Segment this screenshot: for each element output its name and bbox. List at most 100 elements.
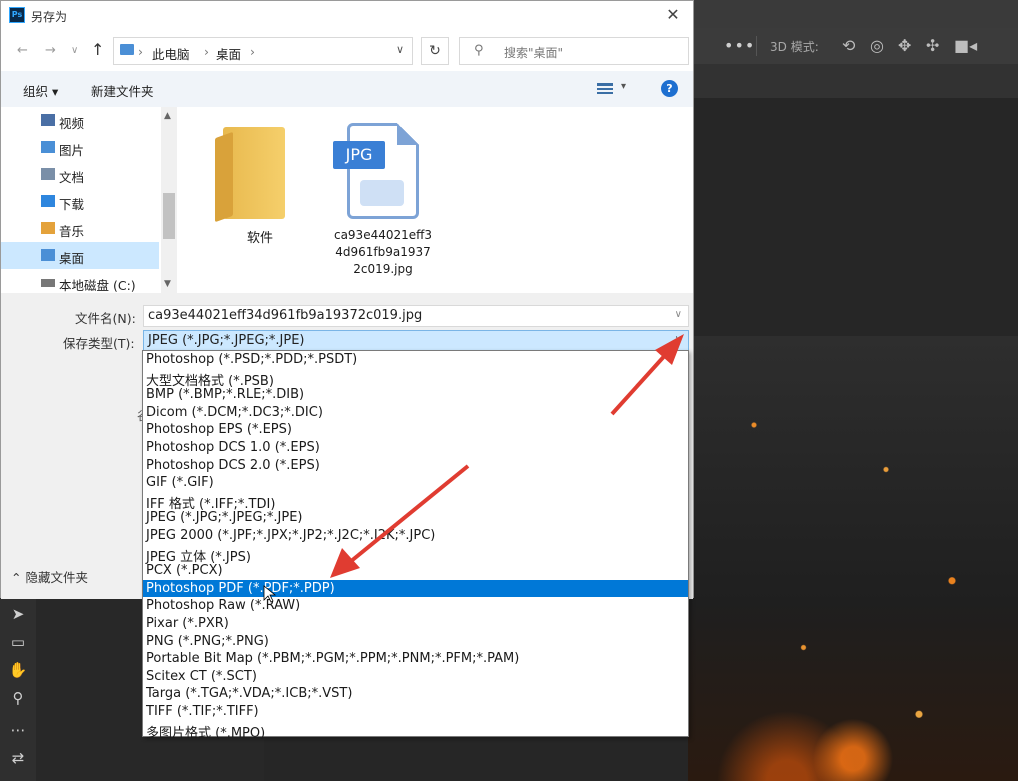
scroll-down-icon[interactable]: ▼ [164, 279, 171, 289]
photoshop-menubar [694, 0, 1018, 28]
back-arrow-icon[interactable]: ← [17, 43, 28, 58]
up-arrow-icon[interactable]: ↑ [91, 40, 104, 59]
view-options-icon[interactable] [597, 83, 613, 94]
filetype-dropdown-icon[interactable]: ∨ [675, 334, 682, 345]
breadcrumb-separator: › [204, 44, 209, 59]
swap-colors-icon[interactable]: ⇄ [8, 748, 28, 768]
dialog-titlebar: Ps 另存为 ✕ [1, 1, 693, 31]
filename-dropdown-icon[interactable]: ∨ [675, 309, 682, 320]
navigation-scrollbar[interactable]: ▲ ▼ [161, 107, 177, 293]
navigation-pane: 视频 图片 文档 下载 音乐 桌面 本地磁盘 (C:) ▲ ▼ [1, 107, 177, 293]
breadcrumb-desktop[interactable]: 桌面 [216, 44, 241, 63]
help-icon[interactable]: ? [661, 80, 678, 97]
filetype-option[interactable]: Portable Bit Map (*.PBM;*.PGM;*.PPM;*.PN… [143, 650, 688, 668]
sidebar-item-downloads[interactable]: 下载 [1, 188, 159, 215]
filetype-option[interactable]: IFF 格式 (*.IFF;*.TDI) [143, 492, 688, 512]
tools-panel: ➤ ▭ ✋ ⚲ ⋯ ⇄ [0, 598, 36, 781]
breadcrumb-separator: › [138, 44, 143, 59]
filetype-option-label: PCX (*.PCX) [146, 563, 223, 579]
filetype-option-label: Photoshop PDF (*.PDF;*.PDP) [146, 580, 335, 596]
filetype-option[interactable]: Scitex CT (*.SCT) [143, 668, 688, 686]
slide-3d-icon[interactable]: ✣ [926, 36, 939, 55]
filetype-option-label: Dicom (*.DCM;*.DC3;*.DIC) [146, 404, 323, 420]
sidebar-item-documents[interactable]: 文档 [1, 161, 159, 188]
scroll-up-icon[interactable]: ▲ [164, 111, 171, 121]
filetype-option-label: 多图片格式 (*.MPO) [146, 725, 266, 741]
marquee-tool-icon[interactable]: ▭ [8, 632, 28, 652]
filename-value: ca93e44021eff34d961fb9a19372c019.jpg [148, 308, 423, 323]
search-icon: ⚲ [474, 43, 484, 58]
file-list: 软件 JPG ca93e44021eff3 4d961fb9a1937 2c01… [177, 107, 693, 293]
filename-input[interactable]: ca93e44021eff34d961fb9a19372c019.jpg ∨ [143, 305, 689, 327]
drive-icon [41, 279, 55, 287]
filetype-dropdown-list: Photoshop (*.PSD;*.PDD;*.PSDT) 大型文档格式 (*.… [142, 350, 689, 741]
filetype-option-label: Photoshop (*.PSD;*.PDD;*.PSDT) [146, 352, 358, 367]
photoshop-logo-icon: Ps [9, 7, 25, 23]
filetype-option[interactable]: Pixar (*.PXR) [143, 615, 688, 633]
filetype-option-label: Scitex CT (*.SCT) [146, 668, 257, 684]
filetype-option[interactable]: Photoshop DCS 2.0 (*.EPS) [143, 457, 688, 475]
filetype-option[interactable]: Photoshop EPS (*.EPS) [143, 421, 688, 439]
filetype-option[interactable]: JPEG 2000 (*.JPF;*.JPX;*.JP2;*.J2C;*.J2K… [143, 527, 688, 545]
pan-3d-icon[interactable]: ✥ [898, 36, 911, 55]
refresh-button[interactable]: ↻ [421, 37, 449, 65]
search-box[interactable]: ⚲ 搜索"桌面" [459, 37, 689, 65]
filetype-option[interactable]: Photoshop DCS 1.0 (*.EPS) [143, 439, 688, 457]
filetype-option[interactable]: JPEG (*.JPG;*.JPEG;*.JPE) [143, 509, 688, 527]
filetype-option[interactable]: BMP (*.BMP;*.RLE;*.DIB) [143, 386, 688, 404]
filetype-option[interactable]: Photoshop (*.PSD;*.PDD;*.PSDT) [143, 351, 688, 369]
desktop-folder-icon [120, 44, 134, 55]
sidebar-item-label: 本地磁盘 (C:) [59, 278, 136, 293]
sidebar-item-desktop[interactable]: 桌面 [1, 242, 159, 269]
filetype-option[interactable]: Dicom (*.DCM;*.DC3;*.DIC) [143, 404, 688, 422]
filetype-option-label: GIF (*.GIF) [146, 475, 214, 491]
close-button[interactable]: ✕ [663, 5, 683, 25]
forward-arrow-icon[interactable]: → [45, 43, 56, 58]
sidebar-item-pictures[interactable]: 图片 [1, 134, 159, 161]
filetype-option-label: BMP (*.BMP;*.RLE;*.DIB) [146, 387, 305, 403]
filetype-value: JPEG (*.JPG;*.JPEG;*.JPE) [148, 333, 305, 348]
downloads-folder-icon [41, 195, 55, 207]
filetype-option-label: Portable Bit Map (*.PBM;*.PGM;*.PPM;*.PN… [146, 651, 520, 667]
filetype-option[interactable]: TIFF (*.TIF;*.TIFF) [143, 703, 688, 721]
filetype-option[interactable]: Targa (*.TGA;*.VDA;*.ICB;*.VST) [143, 685, 688, 703]
orbit-3d-icon[interactable]: ⟲ [842, 36, 855, 55]
filetype-option[interactable]: PNG (*.PNG;*.PNG) [143, 633, 688, 651]
zoom-tool-icon[interactable]: ⚲ [8, 688, 28, 708]
document-tab-bar [694, 64, 1018, 98]
filetype-option-label: Targa (*.TGA;*.VDA;*.ICB;*.VST) [146, 686, 353, 702]
roll-3d-icon[interactable]: ◎ [870, 36, 884, 55]
filetype-option[interactable]: JPEG 立体 (*.JPS) [143, 545, 688, 565]
hand-tool-icon[interactable]: ✋ [8, 660, 28, 680]
scrollbar-thumb[interactable] [163, 193, 175, 239]
breadcrumb-this-pc[interactable]: 此电脑 [152, 44, 190, 63]
filetype-option[interactable]: GIF (*.GIF) [143, 474, 688, 492]
jpg-badge: JPG [333, 141, 385, 169]
move-tool-icon[interactable]: ➤ [8, 604, 28, 624]
sidebar-item-label: 视频 [59, 116, 85, 131]
sidebar-item-music[interactable]: 音乐 [1, 215, 159, 242]
filetype-option[interactable]: PCX (*.PCX) [143, 562, 688, 580]
hide-folders-button[interactable]: ⌃ 隐藏文件夹 [11, 567, 88, 586]
video-folder-icon [41, 114, 55, 126]
filetype-option[interactable]: 多图片格式 (*.MPO) [143, 721, 688, 741]
address-bar[interactable]: › 此电脑 › 桌面 › ∨ [113, 37, 413, 65]
filetype-option[interactable]: 大型文档格式 (*.PSB) [143, 369, 688, 389]
filetype-option[interactable]: Photoshop Raw (*.RAW) [143, 597, 688, 615]
more-options-button[interactable]: ••• [724, 36, 755, 55]
filetype-option[interactable]: Photoshop PDF (*.PDF;*.PDP) [143, 579, 688, 598]
sidebar-item-local-disk[interactable]: 本地磁盘 (C:) [1, 269, 159, 296]
sidebar-item-videos[interactable]: 视频 [1, 107, 159, 134]
recent-locations-chevron-icon[interactable]: ∨ [71, 45, 78, 56]
view-dropdown-icon[interactable]: ▾ [621, 81, 626, 92]
camera-3d-icon[interactable]: ■◂ [954, 36, 977, 55]
organize-button[interactable]: 组织 ▾ [23, 81, 58, 100]
canvas-image [688, 336, 1018, 781]
jpg-file-icon [347, 123, 419, 219]
address-dropdown-chevron-icon[interactable]: ∨ [396, 43, 404, 56]
filetype-option-label: Photoshop Raw (*.RAW) [146, 598, 301, 614]
filetype-select[interactable]: JPEG (*.JPG;*.JPEG;*.JPE) ∨ [143, 330, 689, 352]
more-tools-icon[interactable]: ⋯ [8, 720, 28, 740]
new-folder-button[interactable]: 新建文件夹 [91, 81, 154, 100]
documents-folder-icon [41, 168, 55, 180]
